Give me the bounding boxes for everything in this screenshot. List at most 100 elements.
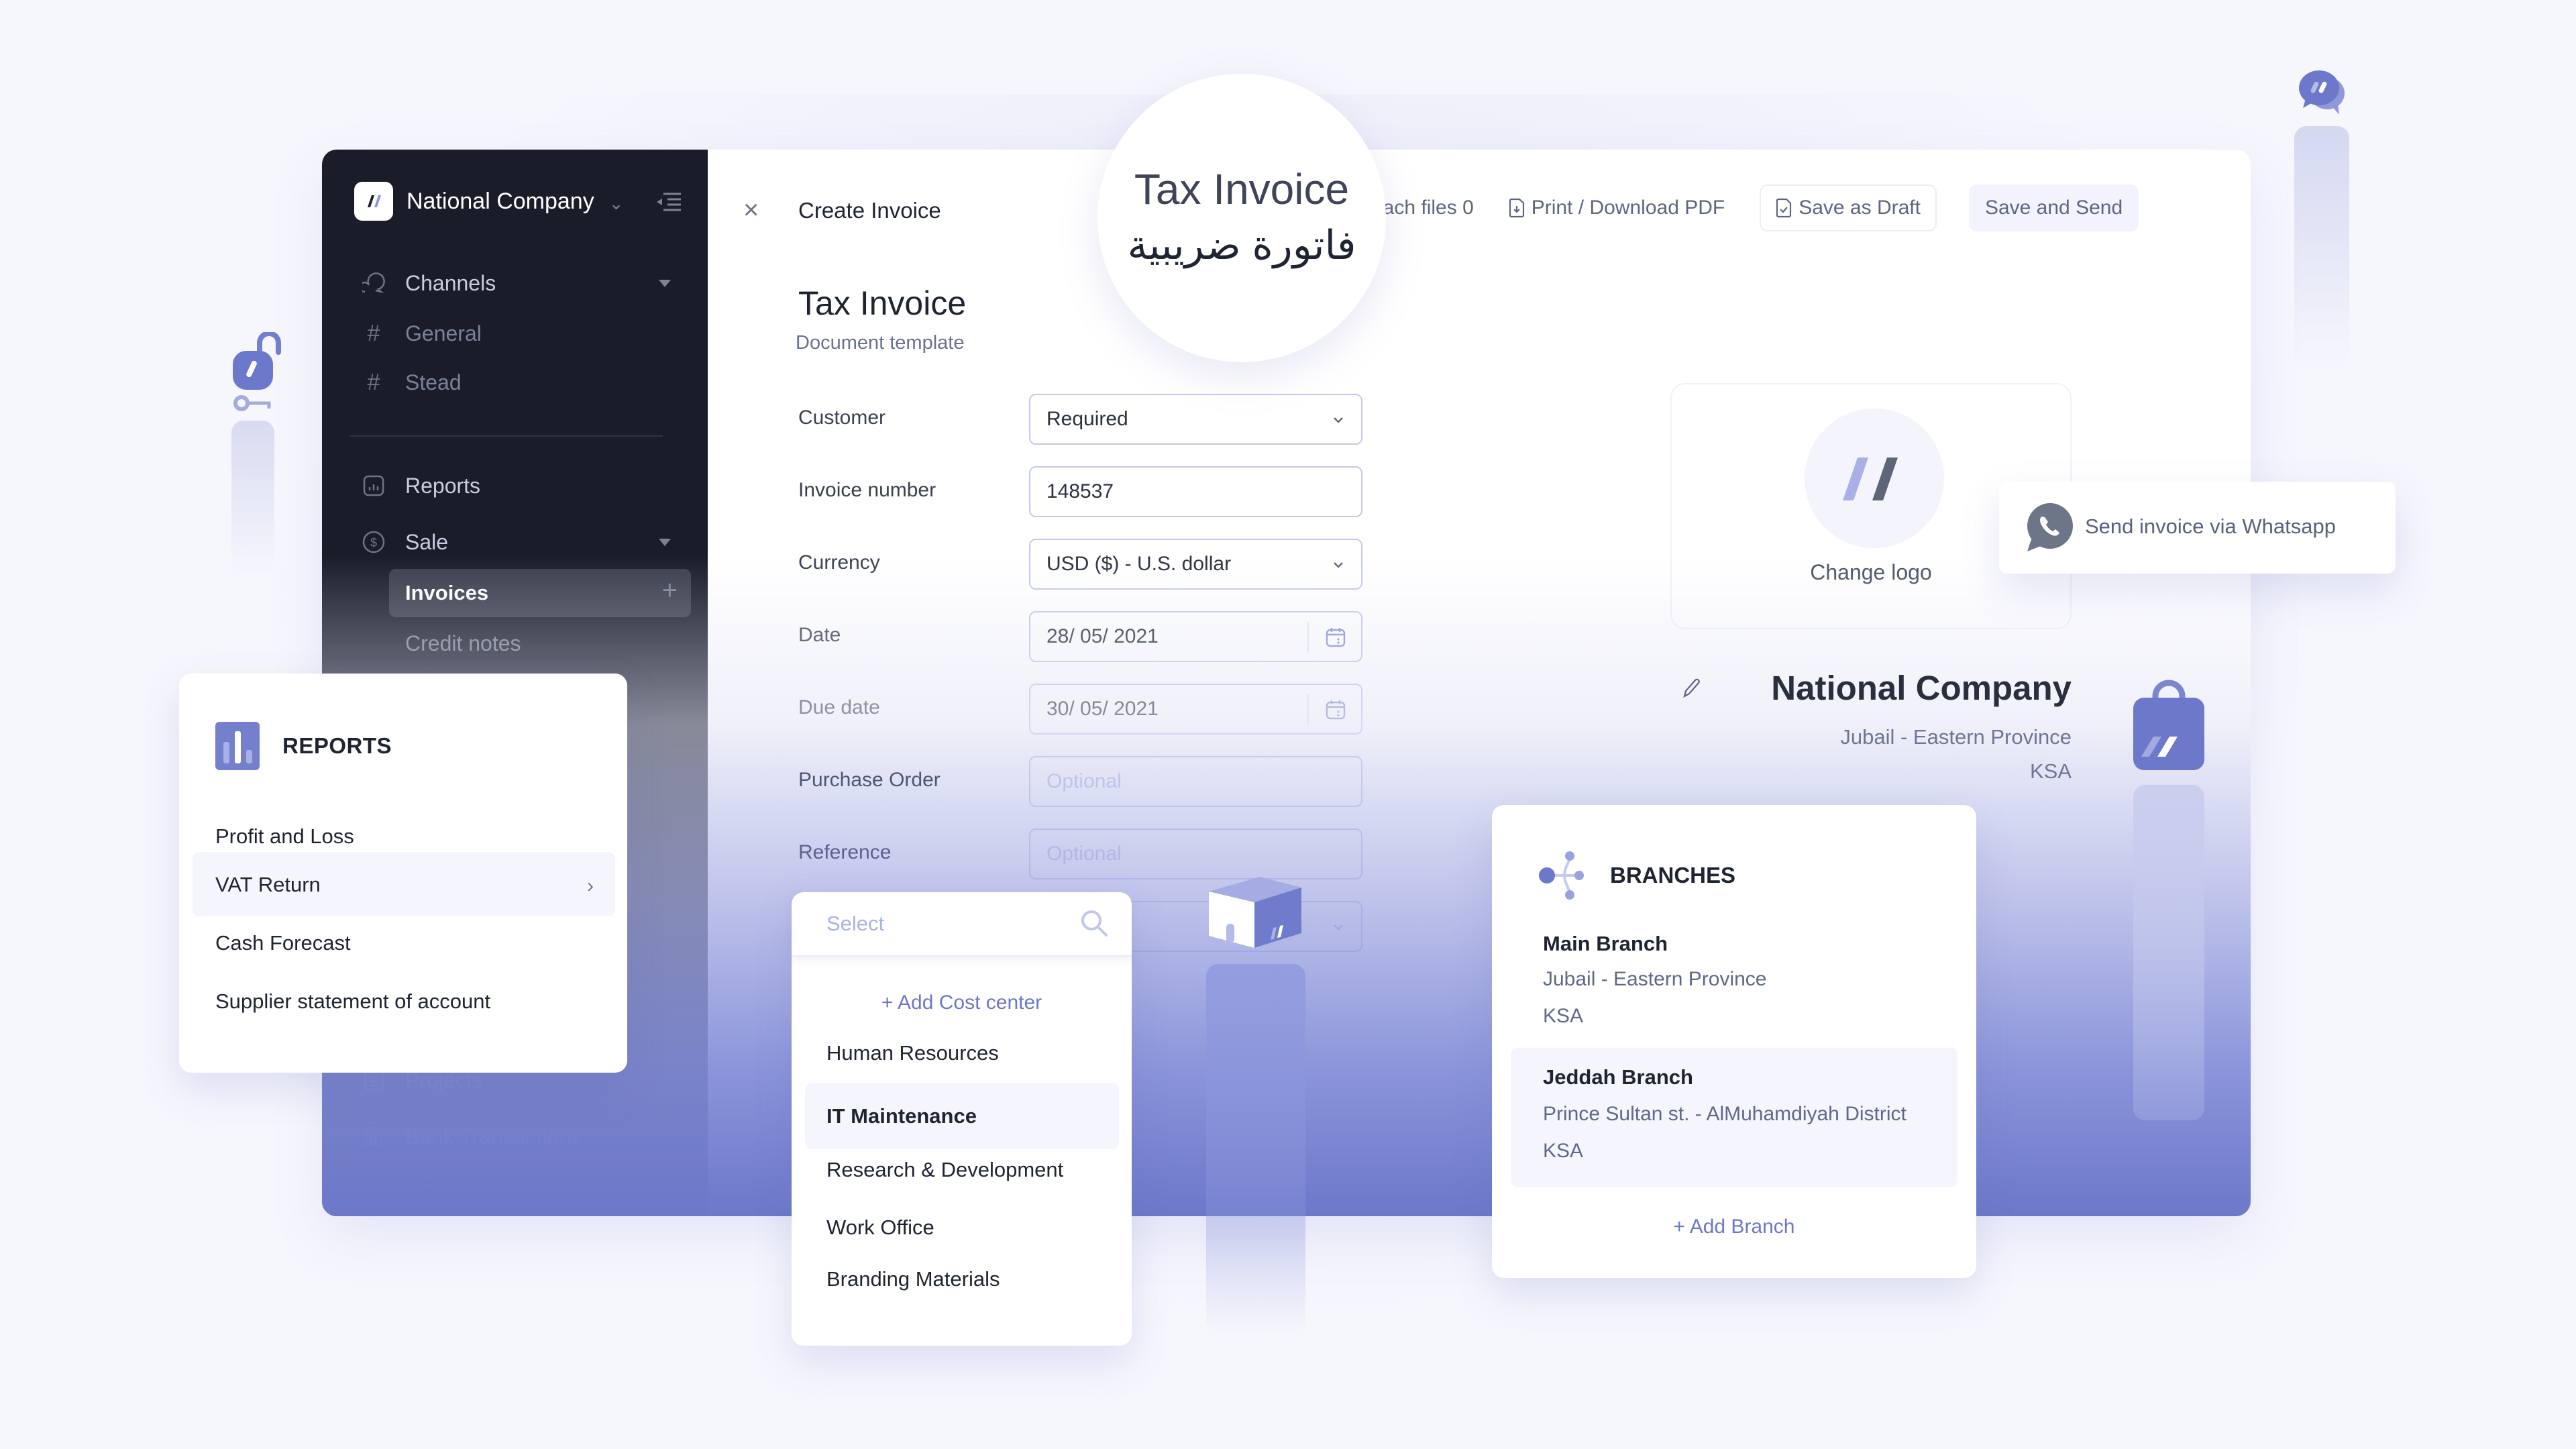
search-icon [1081,910,1108,936]
hash-icon: # [367,320,380,346]
toolbar: Attach files 0 Print / Download PDF Save… [1358,184,2139,231]
sidebar-divider [349,435,663,437]
sidebar-item-general[interactable]: # General [361,321,482,346]
page-title: Create Invoice [798,198,941,223]
chevron-down-icon [1334,924,1343,930]
decorative-pillar-bag [2133,785,2204,1120]
report-item[interactable]: Cash Forecast [215,931,351,955]
decorative-pillar-right [2294,126,2349,368]
add-cost-center-button[interactable]: + Add Cost center [792,991,1132,1014]
due-date-label: Due date [798,696,880,718]
chevron-right-icon[interactable]: › [587,875,594,898]
sidebar-item-bank-transactions[interactable]: Bank Transactions [361,1124,582,1149]
branch-address: Jubail - Eastern Province [1543,968,1767,990]
customer-label: Customer [798,407,886,429]
report-item[interactable]: Supplier statement of account [215,989,490,1014]
purchase-order-label: Purchase Order [798,769,941,791]
invoice-number-input[interactable]: 148537 [1029,466,1362,517]
invoice-number-label: Invoice number [798,479,936,501]
reports-header: REPORTS [215,722,392,770]
date-label: Date [798,624,841,646]
cost-center-item[interactable]: Branding Materials [826,1267,1000,1291]
field-separator [1307,622,1309,653]
branch-name[interactable]: Jeddah Branch [1543,1065,1693,1089]
pencil-icon[interactable] [1680,678,1701,700]
document-template-link[interactable]: Document template [796,332,964,354]
print-download-button[interactable]: Print / Download PDF [1509,197,1725,219]
cost-center-item[interactable]: Human Resources [826,1041,999,1065]
due-date-input[interactable]: 30/ 05/ 2021 [1029,684,1362,735]
reports-chart-icon [215,722,260,770]
company-logo [354,182,393,221]
company-logo-preview [1805,409,1944,548]
purchase-order-input[interactable]: Optional [1029,756,1362,807]
unlock-illustration [231,331,285,416]
tax-invoice-badge: Tax Invoice فاتورة ضريبية [1097,74,1386,362]
chat-icon [361,270,386,296]
company-name-heading: National Company [1771,669,2072,707]
field-separator [1307,694,1309,725]
svg-text:$: $ [370,536,377,549]
sidebar-item-channels[interactable]: Channels [361,270,671,296]
currency-select[interactable]: USD ($) - U.S. dollar [1029,539,1362,590]
branch-country: KSA [1543,1140,1584,1162]
caret-down-icon [659,279,671,287]
cost-center-item[interactable]: IT Maintenance [826,1104,977,1128]
tax-invoice-title-ar: فاتورة ضريبية [1127,223,1356,268]
sidebar-item-reports[interactable]: Reports [361,473,480,498]
document-title: Tax Invoice [798,284,967,322]
branch-name[interactable]: Main Branch [1543,932,1668,956]
whatsapp-send-button[interactable]: Send invoice via Whatsapp [1999,482,2396,574]
save-send-button[interactable]: Save and Send [1968,184,2139,231]
collapse-sidebar-icon[interactable] [655,191,682,216]
chevron-down-icon [1334,562,1343,568]
sidebar-item-credit-notes[interactable]: Credit notes [405,631,521,656]
chevron-down-icon: ⌄ [608,193,624,213]
branches-icon [1539,851,1584,900]
report-item[interactable]: Profit and Loss [215,824,354,849]
whatsapp-icon [2027,503,2073,551]
save-draft-button[interactable]: Save as Draft [1760,184,1937,231]
branches-header: BRANCHES [1539,851,1735,900]
currency-label: Currency [798,551,880,574]
reference-label: Reference [798,841,892,863]
shopping-bag-illustration [2132,678,2206,775]
cost-center-item[interactable]: Work Office [826,1216,934,1240]
company-name: National Company [407,188,594,214]
add-invoice-icon[interactable]: + [662,576,678,606]
cost-center-item[interactable]: Research & Development [826,1158,1063,1182]
bar-chart-icon [361,473,386,498]
add-branch-button[interactable]: + Add Branch [1492,1216,1976,1238]
close-icon[interactable]: × [743,195,759,225]
house-illustration [1208,875,1308,959]
company-address: Jubail - Eastern Province [1840,725,2072,749]
calendar-icon[interactable] [1325,626,1346,649]
bank-icon [361,1124,386,1149]
branches-panel: BRANCHES Main Branch Jubail - Eastern Pr… [1492,805,1976,1278]
chat-bubble-illustration [2298,69,2349,119]
reports-panel: REPORTS Profit and Loss VAT Return › Cas… [179,674,627,1073]
file-download-icon [1509,198,1524,218]
caret-down-icon [659,538,671,546]
company-country: KSA [2029,759,2072,783]
chevron-down-icon [1334,417,1343,423]
company-switcher[interactable]: National Company ⌄ [354,182,624,221]
cost-center-search[interactable]: Select [792,892,1132,957]
sidebar-item-stead[interactable]: # Stead [361,370,462,395]
cost-center-dropdown: Select + Add Cost center Human Resources… [792,892,1132,1346]
report-item[interactable]: VAT Return [215,873,321,897]
decorative-pillar-center [1206,964,1305,1333]
hash-icon: # [367,369,380,395]
branch-country: KSA [1543,1005,1584,1027]
sidebar-item-invoices[interactable]: Invoices + [389,569,691,617]
dollar-circle-icon: $ [361,529,386,555]
decorative-pillar-left [231,421,274,575]
sidebar-item-sale[interactable]: $ Sale [361,529,671,555]
tax-invoice-title-en: Tax Invoice [1134,165,1350,213]
file-check-icon [1776,198,1792,218]
reference-input[interactable]: Optional [1029,828,1362,879]
branch-address: Prince Sultan st. - AlMuhamdiyah Distric… [1543,1103,1907,1125]
customer-select[interactable]: Required [1029,394,1362,445]
date-input[interactable]: 28/ 05/ 2021 [1029,611,1362,662]
calendar-icon[interactable] [1325,698,1346,721]
